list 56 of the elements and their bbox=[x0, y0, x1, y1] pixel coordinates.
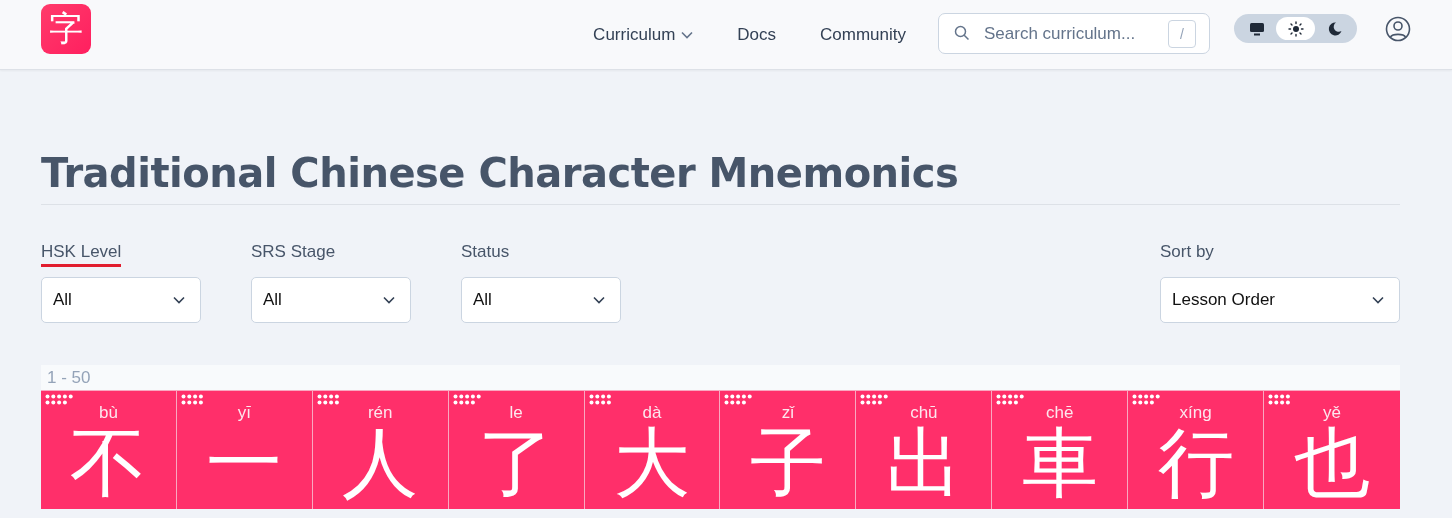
character: 子 bbox=[748, 425, 827, 501]
pinyin: chū bbox=[909, 403, 939, 423]
character: 也 bbox=[1293, 425, 1372, 501]
select-dropdown[interactable]: All bbox=[461, 277, 621, 323]
select-dropdown[interactable]: Lesson Order bbox=[1160, 277, 1400, 323]
chevron-down-icon bbox=[383, 296, 395, 304]
character-card[interactable]: zǐ 子 bbox=[720, 391, 857, 509]
character-card[interactable]: le 了 bbox=[448, 391, 585, 509]
character: 一 bbox=[205, 425, 284, 501]
pinyin: bù bbox=[98, 403, 119, 423]
pinyin: rén bbox=[366, 403, 394, 423]
character: 車 bbox=[1020, 425, 1099, 501]
pinyin: yī bbox=[236, 403, 252, 423]
filter-label: Sort by bbox=[1160, 242, 1214, 263]
chevron-down-icon bbox=[1372, 296, 1384, 304]
select-dropdown[interactable]: All bbox=[251, 277, 411, 323]
nav-dropdown[interactable]: Curriculum bbox=[571, 24, 716, 45]
chevron-down-icon bbox=[681, 30, 694, 39]
pinyin: zǐ bbox=[780, 403, 796, 423]
select-dropdown[interactable]: All bbox=[41, 277, 201, 323]
monitor-icon bbox=[1248, 20, 1265, 37]
character-card[interactable]: yě 也 bbox=[1264, 391, 1400, 509]
nav-link[interactable]: Docs bbox=[715, 24, 799, 45]
character-card[interactable]: chē 車 bbox=[992, 391, 1129, 509]
character-card[interactable]: xíng 行 bbox=[1128, 391, 1265, 509]
character: 行 bbox=[1156, 425, 1235, 501]
character-card[interactable]: dà 大 bbox=[584, 391, 721, 509]
filter-label: Status bbox=[461, 242, 510, 263]
pinyin: chē bbox=[1045, 403, 1075, 423]
logo[interactable]: 字 bbox=[41, 3, 91, 54]
shortcut-key: / bbox=[1168, 20, 1196, 48]
pinyin: yě bbox=[1322, 403, 1342, 423]
moon-icon bbox=[1326, 20, 1343, 37]
character: 了 bbox=[477, 425, 556, 501]
character-card[interactable]: bù 不 bbox=[41, 391, 177, 509]
range-label: 1 - 50 bbox=[41, 365, 1400, 391]
filter-label: SRS Stage bbox=[251, 242, 336, 263]
filter-label: HSK Level bbox=[41, 242, 122, 267]
chevron-down-icon bbox=[173, 296, 185, 304]
character: 出 bbox=[884, 425, 963, 501]
character-card[interactable]: yī 一 bbox=[176, 391, 313, 509]
character-card[interactable]: rén 人 bbox=[312, 391, 449, 509]
page-title: Traditional Chinese Character Mnemonics bbox=[41, 150, 1400, 205]
search-icon bbox=[954, 25, 970, 41]
user-icon[interactable] bbox=[1385, 15, 1411, 42]
character: 不 bbox=[69, 425, 148, 501]
pinyin: le bbox=[508, 403, 524, 423]
character: 人 bbox=[341, 425, 420, 501]
pinyin: dà bbox=[641, 403, 663, 423]
character: 大 bbox=[613, 425, 692, 501]
sun-icon bbox=[1287, 20, 1304, 37]
chevron-down-icon bbox=[593, 296, 605, 304]
nav-link[interactable]: Community bbox=[798, 24, 928, 45]
character-card[interactable]: chū 出 bbox=[856, 391, 993, 509]
theme-option[interactable] bbox=[1276, 17, 1315, 40]
pinyin: xíng bbox=[1178, 403, 1213, 423]
